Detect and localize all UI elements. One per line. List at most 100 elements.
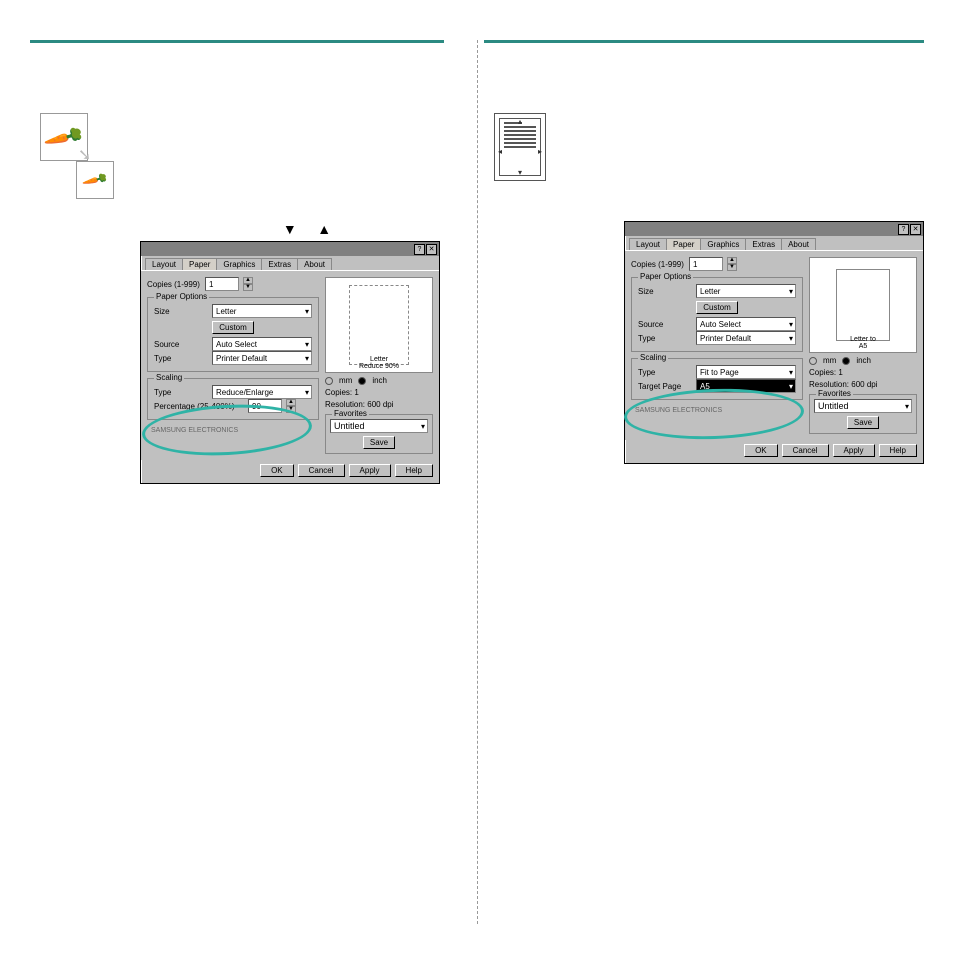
unit-inch-label: inch <box>856 356 871 365</box>
printer-dialog-reduce: ? ✕ Layout Paper Graphics Extras About C <box>140 241 440 484</box>
dialog-titlebar: ? ✕ <box>625 222 923 236</box>
source-label: Source <box>638 320 692 329</box>
copies-label: Copies (1-999) <box>631 260 685 269</box>
preview-panel: Letter Reduce 90% <box>325 277 433 373</box>
paper-options-label: Paper Options <box>638 272 693 281</box>
unit-mm-label: mm <box>339 376 352 385</box>
scale-type-select[interactable]: Reduce/Enlarge <box>212 385 312 399</box>
copies-input[interactable]: 1 <box>205 277 239 291</box>
percent-label: Percentage (25-400%) <box>154 402 244 411</box>
preview-panel: Letter to A5 <box>809 257 917 353</box>
close-window-button[interactable]: ✕ <box>910 224 921 235</box>
scaling-group: Scaling TypeReduce/Enlarge Percentage (2… <box>147 378 319 420</box>
favorites-group: Favorites Untitled Save <box>325 414 433 454</box>
target-page-select[interactable]: A5 <box>696 379 796 393</box>
paper-type-select[interactable]: Printer Default <box>212 351 312 365</box>
section-rule <box>30 40 444 43</box>
source-select[interactable]: Auto Select <box>696 317 796 331</box>
save-favorite-button[interactable]: Save <box>847 416 879 429</box>
ok-button[interactable]: OK <box>744 444 778 457</box>
unit-inch-radio[interactable] <box>358 377 366 385</box>
printer-dialog-fit: ? ✕ Layout Paper Graphics Extras About C <box>624 221 924 464</box>
target-page-label: Target Page <box>638 382 692 391</box>
copies-spinner[interactable]: ▲▼ <box>727 257 737 271</box>
spinner-arrows-inline: ▼ ▲ <box>170 221 444 239</box>
paper-options-label: Paper Options <box>154 292 209 301</box>
triangle-up-icon: ▲ <box>317 221 331 237</box>
copies-spinner[interactable]: ▲▼ <box>243 277 253 291</box>
favorites-label: Favorites <box>816 389 853 398</box>
scale-type-label: Type <box>154 388 208 397</box>
scaling-label: Scaling <box>638 353 668 362</box>
preview-label: Letter to A5 <box>810 336 916 350</box>
tab-layout[interactable]: Layout <box>145 258 183 270</box>
info-copies: Copies: 1 <box>809 368 917 377</box>
cancel-button[interactable]: Cancel <box>782 444 829 457</box>
help-window-button[interactable]: ? <box>898 224 909 235</box>
favorites-select[interactable]: Untitled <box>814 399 912 413</box>
ok-button[interactable]: OK <box>260 464 294 477</box>
fit-to-page-illustration: ◂▸ ▴▾ <box>494 113 924 181</box>
size-label: Size <box>154 307 208 316</box>
copies-label: Copies (1-999) <box>147 280 201 289</box>
source-select[interactable]: Auto Select <box>212 337 312 351</box>
carrot-icon: 🥕 <box>80 166 109 195</box>
section-rule <box>484 40 924 43</box>
unit-mm-label: mm <box>823 356 836 365</box>
info-resolution: Resolution: 600 dpi <box>325 400 433 409</box>
save-favorite-button[interactable]: Save <box>363 436 395 449</box>
unit-mm-radio[interactable] <box>809 357 817 365</box>
triangle-down-icon: ▼ <box>283 221 297 237</box>
info-copies: Copies: 1 <box>325 388 433 397</box>
scaling-label: Scaling <box>154 373 184 382</box>
tab-graphics[interactable]: Graphics <box>216 258 262 270</box>
cancel-button[interactable]: Cancel <box>298 464 345 477</box>
size-select[interactable]: Letter <box>212 304 312 318</box>
right-column: ◂▸ ▴▾ ? ✕ Layout Paper Graphics Extras <box>464 40 924 954</box>
left-column: 🥕 ➘ 🥕 ▼ ▲ ? ✕ Layout Paper Graphics <box>30 40 464 954</box>
source-label: Source <box>154 340 208 349</box>
tab-layout[interactable]: Layout <box>629 238 667 250</box>
paper-type-label: Type <box>638 334 692 343</box>
unit-mm-radio[interactable] <box>325 377 333 385</box>
tab-paper[interactable]: Paper <box>182 258 217 270</box>
illustration-small-icon: 🥕 <box>76 161 114 199</box>
help-button[interactable]: Help <box>395 464 433 477</box>
info-resolution: Resolution: 600 dpi <box>809 380 917 389</box>
samsung-logo: SAMSUNG ELECTRONICS <box>635 407 803 414</box>
help-button[interactable]: Help <box>879 444 917 457</box>
size-label: Size <box>638 287 692 296</box>
percent-input[interactable]: 90 <box>248 399 282 413</box>
copies-input[interactable]: 1 <box>689 257 723 271</box>
tab-graphics[interactable]: Graphics <box>700 238 746 250</box>
preview-label: Letter Reduce 90% <box>326 356 432 370</box>
custom-button[interactable]: Custom <box>696 301 738 314</box>
scale-type-select[interactable]: Fit to Page <box>696 365 796 379</box>
scaling-group: Scaling TypeFit to Page Target PageA5 <box>631 358 803 400</box>
tab-paper[interactable]: Paper <box>666 238 701 250</box>
custom-button[interactable]: Custom <box>212 321 254 334</box>
favorites-select[interactable]: Untitled <box>330 419 428 433</box>
paper-type-select[interactable]: Printer Default <box>696 331 796 345</box>
size-select[interactable]: Letter <box>696 284 796 298</box>
favorites-group: Favorites Untitled Save <box>809 394 917 434</box>
tab-extras[interactable]: Extras <box>745 238 782 250</box>
reduce-enlarge-illustration: 🥕 ➘ 🥕 <box>40 113 130 213</box>
dialog-titlebar: ? ✕ <box>141 242 439 256</box>
samsung-logo: SAMSUNG ELECTRONICS <box>151 427 319 434</box>
tab-about[interactable]: About <box>781 238 816 250</box>
paper-type-label: Type <box>154 354 208 363</box>
unit-inch-radio[interactable] <box>842 357 850 365</box>
tab-about[interactable]: About <box>297 258 332 270</box>
apply-button[interactable]: Apply <box>349 464 391 477</box>
close-window-button[interactable]: ✕ <box>426 244 437 255</box>
favorites-label: Favorites <box>332 409 369 418</box>
apply-button[interactable]: Apply <box>833 444 875 457</box>
paper-options-group: Paper Options SizeLetter Custom SourceAu… <box>147 297 319 372</box>
paper-options-group: Paper Options SizeLetter Custom SourceAu… <box>631 277 803 352</box>
help-window-button[interactable]: ? <box>414 244 425 255</box>
unit-inch-label: inch <box>372 376 387 385</box>
tab-extras[interactable]: Extras <box>261 258 298 270</box>
percent-spinner[interactable]: ▲▼ <box>286 399 296 413</box>
scale-type-label: Type <box>638 368 692 377</box>
